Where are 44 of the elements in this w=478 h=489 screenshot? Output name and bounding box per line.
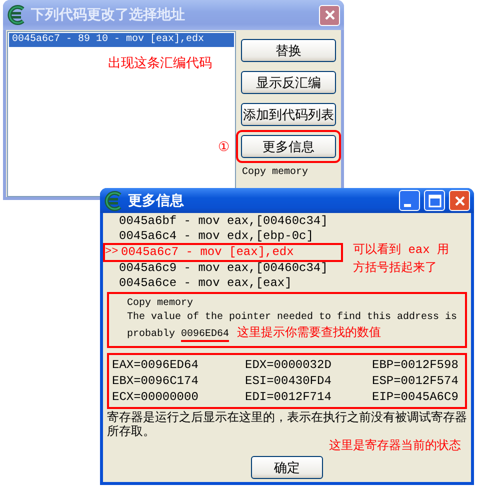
register-value: EBX=0096C174: [112, 373, 200, 389]
close-icon: [322, 8, 336, 22]
maximize-button[interactable]: [424, 190, 445, 211]
annotation-text: 可以看到 eax 用方括号括起来了: [353, 242, 450, 277]
info-text: The value of the pointer needed to find this address is: [127, 311, 457, 325]
annotation-text: 出现这条汇编代码: [108, 55, 212, 72]
register-value: EAX=0096ED64: [112, 357, 200, 373]
info-text: probably: [127, 329, 176, 340]
pointer-value: 0096ED64: [181, 329, 230, 342]
app-logo-icon: [7, 5, 27, 25]
step-marker: ①: [218, 140, 230, 155]
register-value: ECX=00000000: [112, 389, 200, 405]
info-text: Copy memory: [127, 297, 194, 311]
register-value: EDI=0012F714: [245, 389, 332, 405]
close-icon: [452, 194, 466, 208]
close-button[interactable]: [449, 190, 470, 211]
action-button[interactable]: 替换: [241, 39, 336, 62]
minimize-button[interactable]: [399, 190, 420, 211]
annotation-text: 这里提示你需要查找的数值: [237, 325, 382, 339]
annotation-text: 这里是寄存器当前的状态: [329, 438, 461, 453]
close-button[interactable]: [319, 4, 340, 26]
app-logo-icon: [104, 190, 124, 210]
window-title: 更多信息: [128, 192, 185, 210]
code-line: 0045a6bf - mov eax,[00460c34]: [119, 214, 328, 229]
code-line: 0045a6c9 - mov eax,[00460c34]: [119, 261, 328, 276]
window-title: 下列代码更改了选择地址: [31, 6, 186, 24]
register-value: ESI=00430FD4: [245, 373, 332, 389]
code-line: 0045a6c4 - mov edx,[ebp-0c]: [119, 229, 314, 244]
code-line: 0045a6c7 - mov [eax],edx: [121, 245, 294, 260]
minimize-icon: [404, 204, 411, 206]
register-value: ESP=0012F574: [372, 373, 460, 389]
code-line: 0045a6ce - mov eax,[eax]: [119, 276, 292, 291]
action-button[interactable]: 添加到代码列表: [241, 103, 336, 126]
maximize-icon: [428, 194, 442, 208]
register-value: EBP=0012F598: [372, 357, 460, 373]
current-line-marker: >>: [105, 245, 120, 260]
action-button[interactable]: 显示反汇编: [241, 71, 336, 94]
status-text: Copy memory: [242, 167, 308, 178]
list-row[interactable]: 0045a6c7 - 89 10 - mov [eax],edx: [9, 33, 234, 47]
action-button[interactable]: 更多信息: [241, 135, 336, 158]
note-text: 寄存器是运行之后显示在这里的，表示在执行之前没有被调试寄存器所存取。: [107, 410, 467, 438]
ok-button[interactable]: 确定: [251, 456, 323, 479]
register-value: EDX=0000032D: [245, 357, 332, 373]
register-value: EIP=0045A6C9: [372, 389, 460, 405]
